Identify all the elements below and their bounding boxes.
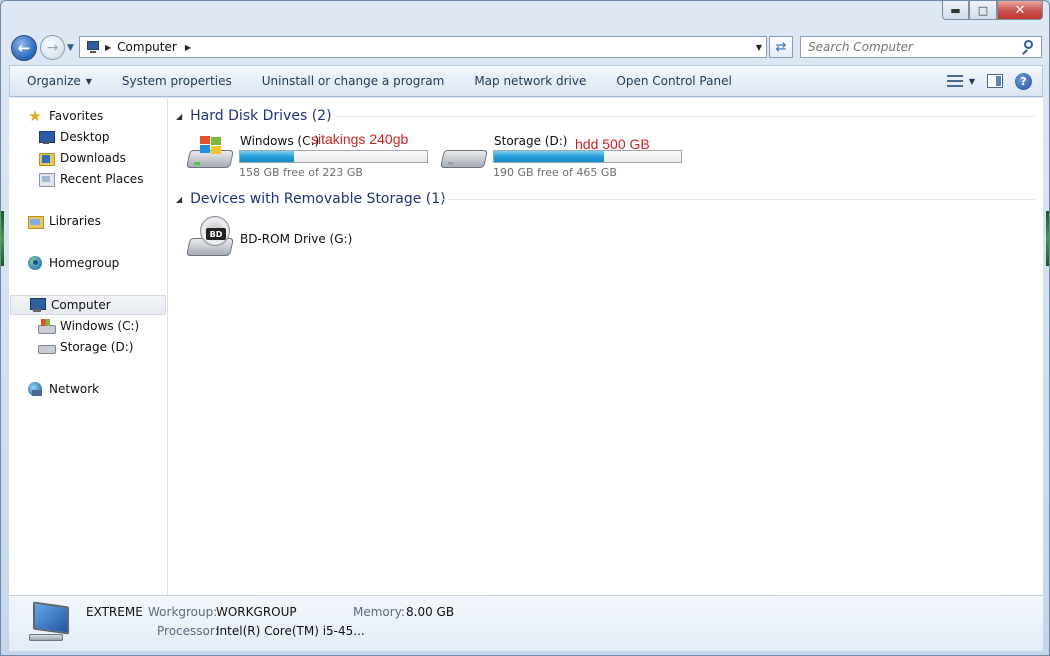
drive-tile-bd-rom[interactable]: BD BD-ROM Drive (G:) [186,216,386,262]
hard-drive-icon [440,136,488,176]
group-header-removable-storage[interactable]: ◢ Devices with Removable Storage (1) [176,189,446,209]
group-divider [438,199,1035,200]
explorer-window: ▬ □ ✕ ← → ▼ ▶ Computer ▶ ▼ ⇄ Organize ▼ … [0,0,1050,656]
breadcrumb-computer[interactable]: Computer [117,40,177,54]
chevron-down-icon: ▼ [85,76,92,86]
sidebar-item-label: Downloads [60,151,126,165]
sidebar-item-label: Network [49,382,100,396]
bd-rom-drive-icon: BD [186,216,234,256]
navigation-pane: ★ Favorites Desktop Downloads Recent Pla… [9,98,168,595]
caption-buttons: ▬ □ ✕ [942,1,1043,20]
organize-label: Organize [27,74,81,88]
collapse-triangle-icon[interactable]: ◢ [176,195,182,204]
breadcrumb-arrow-icon[interactable]: ▶ [185,43,191,52]
sidebar-item-libraries[interactable]: Libraries [27,211,101,231]
navigation-row: ← → ▼ ▶ Computer ▶ ▼ ⇄ [1,31,1049,63]
sidebar-item-windows-c[interactable]: Windows (C:) [38,316,139,336]
sidebar-item-label: Windows (C:) [60,319,140,333]
sidebar-item-desktop[interactable]: Desktop [38,127,110,147]
sidebar-item-recent-places[interactable]: Recent Places [38,169,143,189]
computer-name: EXTREME [86,605,143,619]
change-view-icon[interactable] [946,74,963,88]
windows-drive-icon [186,136,234,176]
group-header-hard-disk-drives[interactable]: ◢ Hard Disk Drives (2) [176,106,332,126]
refresh-icon: ⇄ [775,39,787,55]
content-pane: ◢ Hard Disk Drives (2) Windows (C:) 158 … [168,98,1043,595]
processor-label: Processor: [157,624,219,638]
sidebar-item-network[interactable]: Network [27,379,99,399]
computer-icon [29,297,46,313]
sidebar-item-label: Computer [51,298,111,312]
drive-name: Storage (D:) [494,134,568,148]
view-options-dropdown-icon[interactable]: ▼ [969,77,975,86]
group-title: Devices with Removable Storage (1) [190,191,446,207]
organize-menu[interactable]: Organize ▼ [10,66,107,96]
drive-free-space: 190 GB free of 465 GB [493,166,617,179]
sidebar-item-favorites[interactable]: ★ Favorites [27,106,103,126]
sidebar-item-label: Desktop [60,130,110,144]
sidebar-item-computer[interactable]: Computer [10,295,166,315]
workgroup-label: Workgroup: [148,605,218,619]
close-button[interactable]: ✕ [997,1,1043,20]
preview-pane-icon[interactable] [987,74,1003,88]
sidebar-item-label: Storage (D:) [60,340,134,354]
help-icon[interactable]: ? [1015,72,1032,90]
system-properties-button[interactable]: System properties [107,66,247,96]
command-bar: Organize ▼ System properties Uninstall o… [9,65,1043,97]
desktop-edge [1,211,4,266]
back-button[interactable]: ← [11,35,37,61]
annotation-text: hdd 500 GB [575,136,650,152]
libraries-icon [27,213,44,229]
group-title: Hard Disk Drives (2) [190,108,332,124]
search-icon[interactable] [1021,40,1035,55]
search-box[interactable] [800,36,1042,58]
address-dropdown-icon[interactable]: ▼ [756,43,762,52]
memory-value: 8.00 GB [406,605,455,619]
open-control-panel-button[interactable]: Open Control Panel [601,66,746,96]
drive-name: BD-ROM Drive (G:) [240,232,353,246]
forward-button[interactable]: → [40,35,65,60]
system-drive-icon [38,318,56,334]
uninstall-program-button[interactable]: Uninstall or change a program [247,66,460,96]
group-divider [333,116,1035,117]
annotation-text: sitakings 240gb [311,131,409,147]
drive-usage-bar [239,150,428,163]
network-icon [27,381,43,397]
refresh-button[interactable]: ⇄ [769,36,793,58]
recent-pages-dropdown[interactable]: ▼ [67,43,74,53]
recent-places-icon [38,171,55,187]
drive-usage-fill [240,151,295,162]
sidebar-item-downloads[interactable]: Downloads [38,148,126,168]
command-bar-right: ▼ ? [946,66,1032,96]
sidebar-item-label: Libraries [49,214,101,228]
sidebar-item-label: Homegroup [49,256,120,270]
homegroup-icon [27,255,43,271]
sidebar-item-storage-d[interactable]: Storage (D:) [38,337,133,357]
desktop-icon [38,129,55,145]
maximize-button[interactable]: □ [969,1,997,20]
drive-free-space: 158 GB free of 223 GB [239,166,363,179]
workgroup-value: WORKGROUP [216,605,297,619]
memory-label: Memory: [353,605,405,619]
breadcrumb-arrow-icon[interactable]: ▶ [105,43,111,52]
details-pane: EXTREME Workgroup: WORKGROUP Memory: 8.0… [9,595,1043,651]
sidebar-item-label: Recent Places [60,172,144,186]
computer-icon [27,601,73,646]
map-network-drive-button[interactable]: Map network drive [459,66,601,96]
downloads-folder-icon [38,150,55,166]
star-icon: ★ [28,107,42,125]
hard-drive-icon [38,339,56,355]
drive-name: Windows (C:) [240,134,320,148]
computer-icon [85,40,101,54]
address-bar[interactable]: ▶ Computer ▶ ▼ [79,36,767,58]
search-input[interactable] [808,40,1018,54]
sidebar-item-homegroup[interactable]: Homegroup [27,253,119,273]
sidebar-item-label: Favorites [49,109,104,123]
minimize-button[interactable]: ▬ [942,1,969,20]
processor-value: Intel(R) Core(TM) i5-45... [216,624,365,638]
drive-usage-fill [494,151,605,162]
desktop-edge [1046,211,1049,266]
collapse-triangle-icon[interactable]: ◢ [176,112,182,121]
